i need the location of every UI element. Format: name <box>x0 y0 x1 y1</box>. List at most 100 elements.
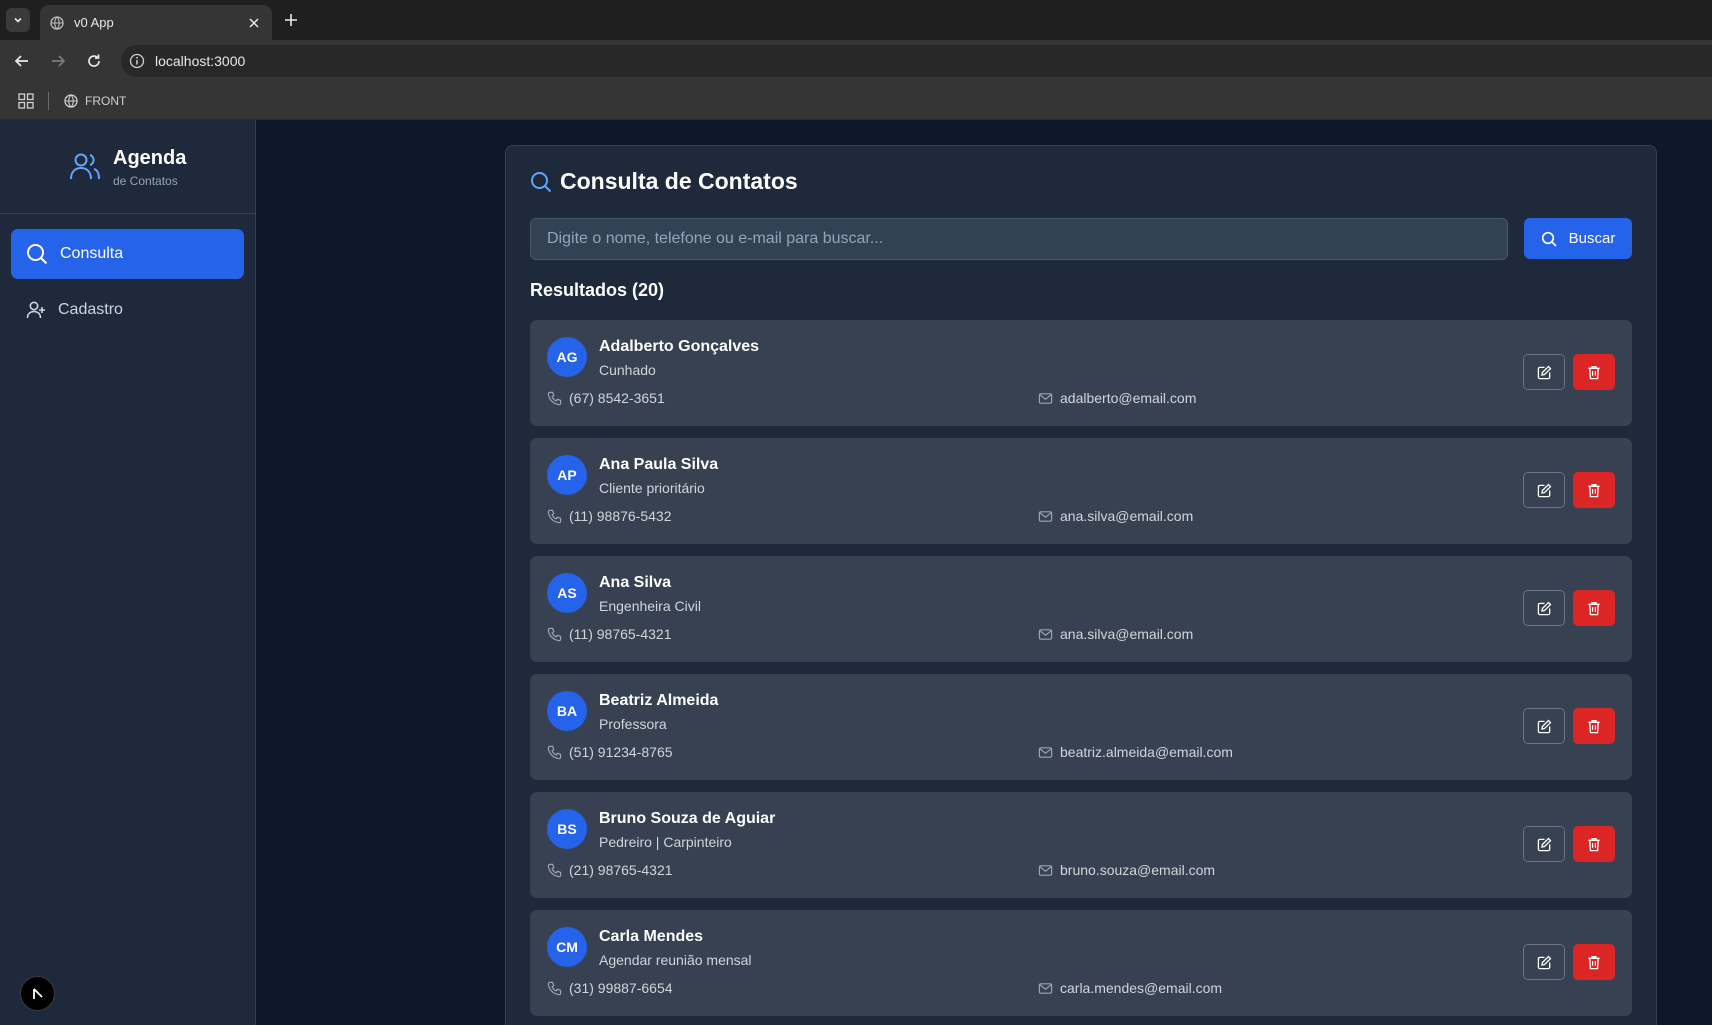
mail-icon <box>1038 864 1053 876</box>
search-icon <box>531 171 552 192</box>
contact-note: Professora <box>599 716 667 732</box>
avatar: AP <box>547 455 587 495</box>
search-icon <box>1541 231 1557 247</box>
forward-button[interactable] <box>47 50 69 72</box>
contact-email: ana.silva@email.com <box>1038 626 1193 642</box>
contact-phone: (21) 98765-4321 <box>547 862 673 878</box>
edit-icon <box>1537 483 1551 497</box>
back-button[interactable] <box>11 50 33 72</box>
contact-name: Beatriz Almeida <box>599 692 719 709</box>
sidebar-item-consulta[interactable]: Consulta <box>11 229 244 279</box>
contact-name: Carla Mendes <box>599 928 704 945</box>
contact-phone: (11) 98876-5432 <box>547 508 671 524</box>
edit-icon <box>1537 365 1551 379</box>
edit-button[interactable] <box>1523 944 1565 980</box>
contact-email-text: bruno.souza@email.com <box>1060 862 1216 878</box>
contact-phone: (11) 98765-4321 <box>547 626 671 642</box>
bookmark-label: FRONT <box>85 94 127 108</box>
user-plus-icon <box>26 301 45 319</box>
contact-phone: (51) 91234-8765 <box>547 744 673 760</box>
search-input[interactable] <box>530 218 1508 260</box>
tab-search-button[interactable] <box>6 8 30 32</box>
contact-name: Ana Silva <box>599 574 672 591</box>
contact-list: AG Adalberto Gonçalves Cunhado (67) 8542… <box>530 320 1632 1025</box>
apps-grid-icon[interactable] <box>18 93 34 109</box>
mail-icon <box>1038 628 1053 640</box>
bookmarks-bar: FRONT <box>0 82 1712 120</box>
results-heading: Resultados (20) <box>530 280 665 300</box>
delete-button[interactable] <box>1573 944 1615 980</box>
globe-icon <box>50 15 64 30</box>
mail-icon <box>1038 982 1053 994</box>
phone-icon <box>547 863 562 877</box>
contact-email-text: ana.silva@email.com <box>1060 508 1194 524</box>
mail-icon <box>1038 510 1053 522</box>
contact-email: ana.silva@email.com <box>1038 508 1193 524</box>
delete-button[interactable] <box>1573 708 1615 744</box>
site-info-icon[interactable] <box>129 53 145 69</box>
contact-card: AG Adalberto Gonçalves Cunhado (67) 8542… <box>530 320 1632 426</box>
edit-icon <box>1537 719 1551 733</box>
mail-icon <box>1038 746 1053 758</box>
avatar: BS <box>547 809 587 849</box>
globe-icon <box>64 94 78 108</box>
trash-icon <box>1588 955 1600 969</box>
address-bar[interactable]: localhost:3000 <box>121 45 1712 77</box>
phone-icon <box>547 981 562 995</box>
tab-title: v0 App <box>74 15 114 30</box>
edit-button[interactable] <box>1523 354 1565 390</box>
delete-button[interactable] <box>1573 826 1615 862</box>
plus-icon <box>285 14 297 26</box>
delete-button[interactable] <box>1573 590 1615 626</box>
contact-note: Pedreiro | Carpinteiro <box>599 834 732 850</box>
contact-email-text: carla.mendes@email.com <box>1060 980 1223 996</box>
delete-button[interactable] <box>1573 472 1615 508</box>
arrow-right-icon <box>52 55 66 67</box>
sidebar-item-label: Cadastro <box>58 301 123 318</box>
close-icon[interactable] <box>246 15 262 31</box>
dev-tools-button[interactable] <box>20 976 55 1011</box>
trash-icon <box>1588 601 1600 615</box>
contact-email: bruno.souza@email.com <box>1038 862 1215 878</box>
phone-icon <box>547 627 562 641</box>
avatar: CM <box>547 927 587 967</box>
contact-phone-text: (31) 99887-6654 <box>569 980 673 996</box>
trash-icon <box>1588 719 1600 733</box>
brand-subtitle: de Contatos <box>113 174 178 188</box>
contact-phone-text: (11) 98765-4321 <box>569 626 672 642</box>
brand-title: Agenda <box>113 147 187 169</box>
delete-button[interactable] <box>1573 354 1615 390</box>
edit-button[interactable] <box>1523 826 1565 862</box>
edit-button[interactable] <box>1523 590 1565 626</box>
contact-card: AP Ana Paula Silva Cliente prioritário (… <box>530 438 1632 544</box>
phone-icon <box>547 391 562 405</box>
edit-icon <box>1537 601 1551 615</box>
edit-icon <box>1537 955 1551 969</box>
search-icon <box>27 244 48 265</box>
browser-tab-bar: v0 App <box>0 0 1712 40</box>
contact-phone-text: (11) 98876-5432 <box>569 508 672 524</box>
bookmark-divider <box>48 92 49 110</box>
contact-card: CM Carla Mendes Agendar reunião mensal (… <box>530 910 1632 1016</box>
avatar: BA <box>547 691 587 731</box>
cursor-arrow-icon <box>32 987 43 999</box>
contact-name: Bruno Souza de Aguiar <box>599 810 776 827</box>
phone-icon <box>547 509 562 523</box>
new-tab-button[interactable] <box>280 9 302 31</box>
browser-toolbar: localhost:3000 <box>0 40 1712 82</box>
reload-button[interactable] <box>83 50 105 72</box>
edit-button[interactable] <box>1523 708 1565 744</box>
search-button[interactable]: Buscar <box>1524 218 1632 259</box>
sidebar-item-cadastro[interactable]: Cadastro <box>11 285 244 335</box>
browser-tab[interactable]: v0 App <box>40 5 272 40</box>
contact-card: AS Ana Silva Engenheira Civil (11) 98765… <box>530 556 1632 662</box>
phone-icon <box>547 745 562 759</box>
contact-card: BS Bruno Souza de Aguiar Pedreiro | Carp… <box>530 792 1632 898</box>
url-text: localhost:3000 <box>155 53 246 69</box>
edit-button[interactable] <box>1523 472 1565 508</box>
bookmark-front[interactable]: FRONT <box>64 91 126 111</box>
panel-header: Consulta de Contatos <box>530 168 798 195</box>
contact-email: beatriz.almeida@email.com <box>1038 744 1233 760</box>
avatar: AG <box>547 337 587 377</box>
contact-note: Engenheira Civil <box>599 598 701 614</box>
